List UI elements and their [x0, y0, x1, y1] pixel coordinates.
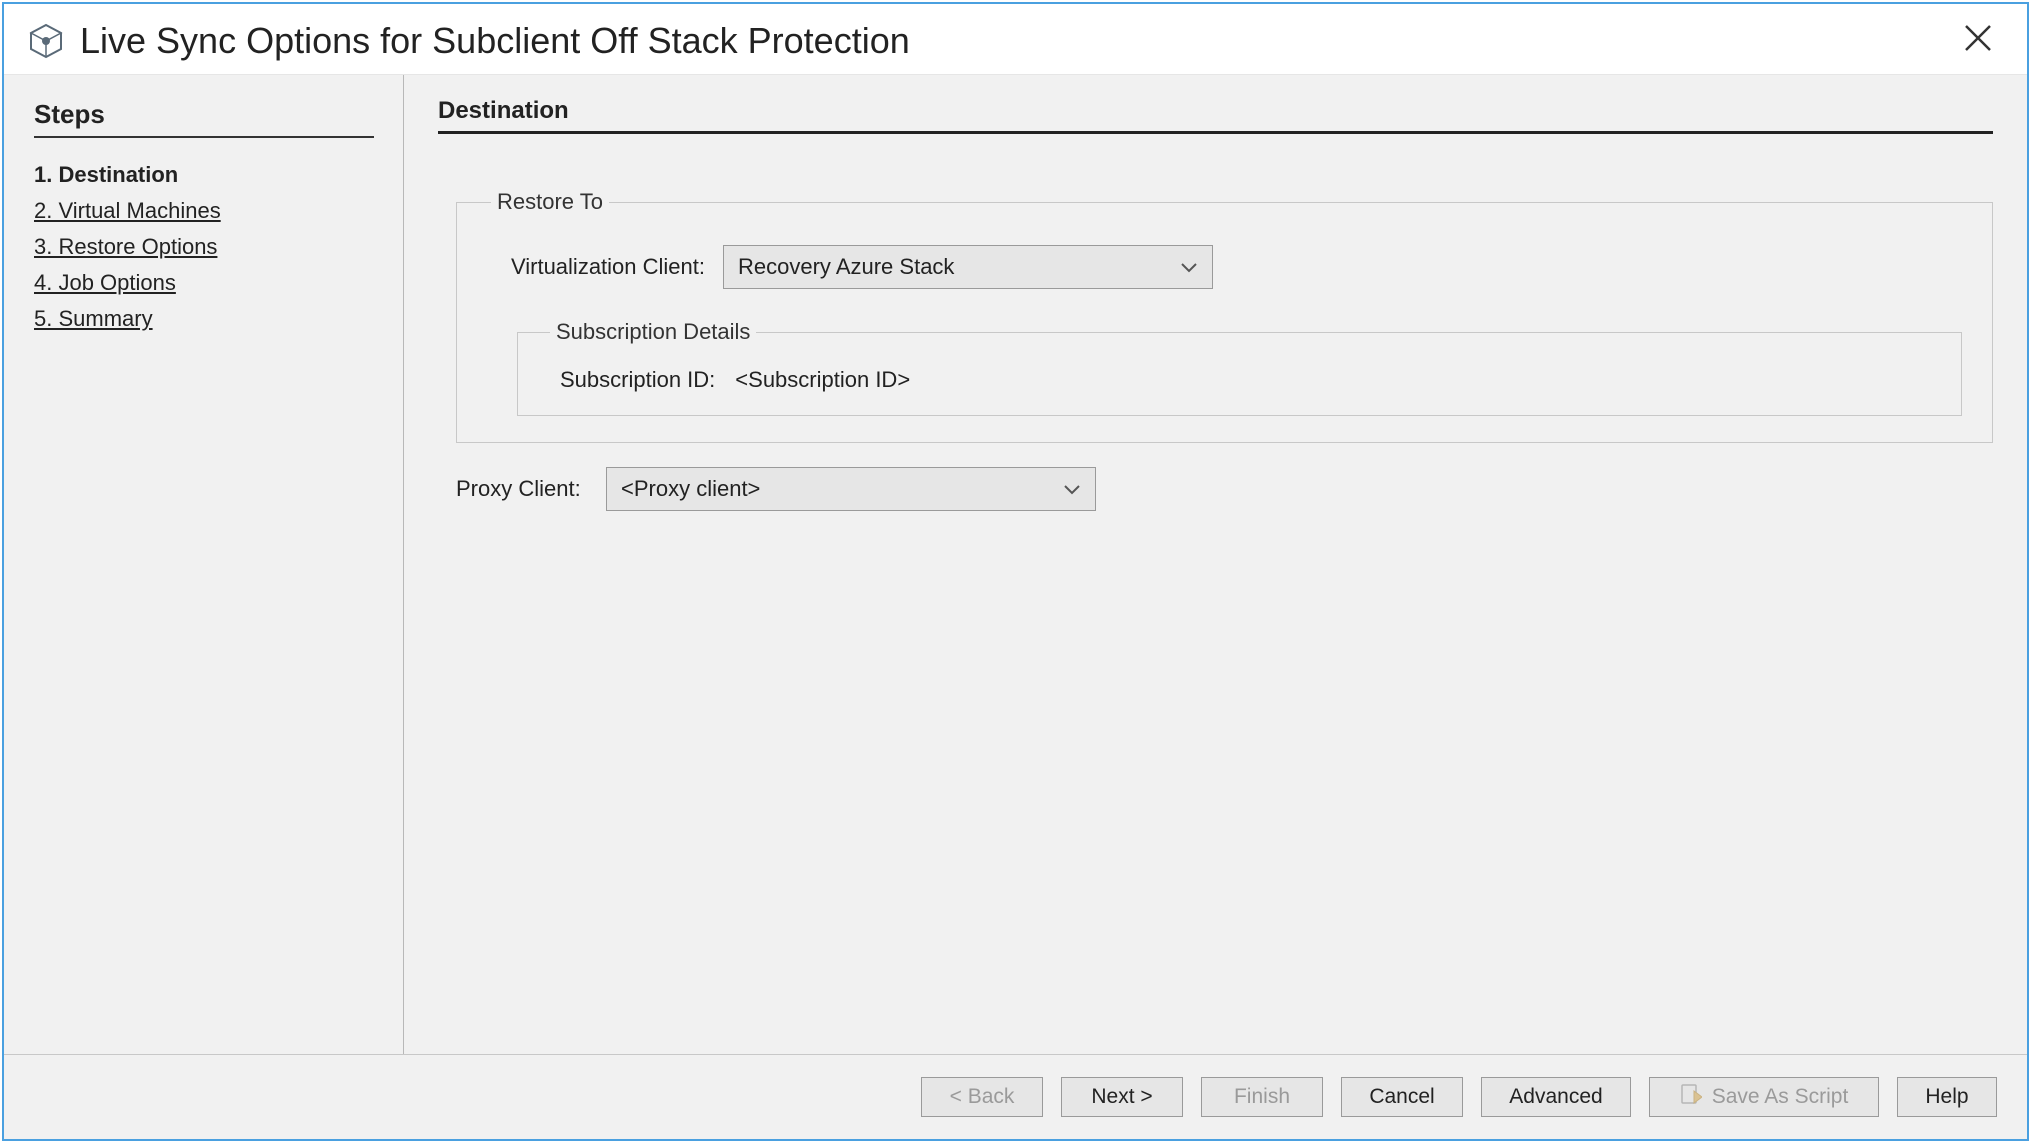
subscription-legend: Subscription Details [550, 319, 756, 345]
cancel-button[interactable]: Cancel [1341, 1077, 1463, 1117]
window-title: Live Sync Options for Subclient Off Stac… [80, 20, 1953, 62]
back-button[interactable]: < Back [921, 1077, 1043, 1117]
help-button[interactable]: Help [1897, 1077, 1997, 1117]
body-area: Steps 1. Destination 2. Virtual Machines… [4, 74, 2027, 1054]
proxy-client-value: <Proxy client> [621, 476, 760, 502]
section-title: Destination [438, 97, 1993, 134]
step-virtual-machines[interactable]: 2. Virtual Machines [34, 198, 373, 224]
step-summary[interactable]: 5. Summary [34, 306, 373, 332]
chevron-down-icon [1063, 483, 1081, 495]
chevron-down-icon [1180, 261, 1198, 273]
title-bar: Live Sync Options for Subclient Off Stac… [4, 4, 2027, 74]
restore-to-legend: Restore To [491, 189, 609, 215]
subscription-id-value: <Subscription ID> [735, 367, 910, 393]
save-as-script-label: Save As Script [1712, 1085, 1849, 1109]
proxy-client-row: Proxy Client: <Proxy client> [456, 467, 1993, 511]
subscription-fieldset: Subscription Details Subscription ID: <S… [517, 319, 1962, 416]
virt-client-row: Virtualization Client: Recovery Azure St… [487, 245, 1962, 289]
advanced-button[interactable]: Advanced [1481, 1077, 1631, 1117]
virt-client-select[interactable]: Recovery Azure Stack [723, 245, 1213, 289]
step-job-options[interactable]: 4. Job Options [34, 270, 373, 296]
step-restore-options[interactable]: 3. Restore Options [34, 234, 373, 260]
restore-to-fieldset: Restore To Virtualization Client: Recove… [456, 189, 1993, 443]
steps-header: Steps [34, 99, 374, 138]
save-as-script-button[interactable]: Save As Script [1649, 1077, 1879, 1117]
app-icon [28, 23, 64, 59]
finish-button[interactable]: Finish [1201, 1077, 1323, 1117]
steps-sidebar: Steps 1. Destination 2. Virtual Machines… [4, 75, 404, 1054]
step-destination[interactable]: 1. Destination [34, 162, 373, 188]
subscription-id-row: Subscription ID: <Subscription ID> [546, 367, 1933, 393]
proxy-client-select[interactable]: <Proxy client> [606, 467, 1096, 511]
virt-client-label: Virtualization Client: [487, 254, 723, 280]
virt-client-value: Recovery Azure Stack [738, 254, 954, 280]
subscription-id-label: Subscription ID: [546, 367, 735, 393]
dialog-window: Live Sync Options for Subclient Off Stac… [2, 2, 2029, 1141]
footer-bar: < Back Next > Finish Cancel Advanced Sav… [4, 1054, 2027, 1139]
content-inner: Restore To Virtualization Client: Recove… [438, 134, 1993, 511]
proxy-client-label: Proxy Client: [456, 476, 606, 502]
main-panel: Destination Restore To Virtualization Cl… [404, 75, 2027, 1054]
next-button[interactable]: Next > [1061, 1077, 1183, 1117]
script-icon [1680, 1083, 1702, 1111]
close-button[interactable] [1953, 23, 2003, 59]
